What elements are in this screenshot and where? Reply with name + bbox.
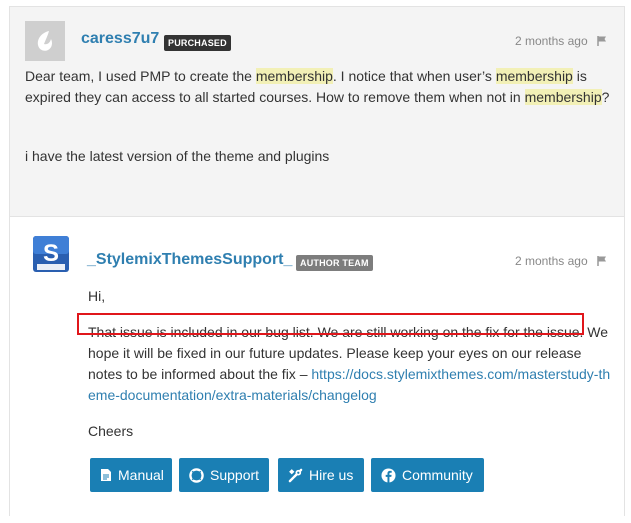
user-avatar[interactable] — [25, 21, 65, 61]
hire-us-button[interactable]: Hire us — [278, 458, 364, 492]
support-button-label: Support — [210, 467, 260, 483]
manual-button[interactable]: Manual — [90, 458, 172, 492]
flag-icon[interactable] — [596, 255, 608, 267]
question-text-1: Dear team, I used PMP to create the — [25, 68, 256, 84]
question-comment: caress7u7 PURCHASED 2 months ago Dear te… — [10, 7, 624, 217]
hire-us-button-label: Hire us — [309, 467, 354, 483]
annotation-highlight-box — [77, 313, 584, 335]
manual-button-label: Manual — [118, 467, 164, 483]
facebook-icon — [381, 467, 396, 483]
comment-thread: caress7u7 PURCHASED 2 months ago Dear te… — [9, 6, 625, 516]
purchased-badge: PURCHASED — [164, 35, 231, 51]
svg-text:S: S — [43, 240, 59, 267]
answer-timestamp: 2 months ago — [515, 254, 608, 268]
envato-leaf-icon — [25, 21, 65, 61]
lifebuoy-icon — [189, 467, 204, 483]
answer-greeting: Hi, — [88, 288, 106, 304]
tools-icon — [288, 468, 303, 482]
answer-time-text: 2 months ago — [514, 254, 588, 268]
document-icon — [101, 469, 111, 481]
flag-icon[interactable] — [596, 35, 608, 47]
question-body: Dear team, I used PMP to create the memb… — [25, 66, 615, 108]
search-highlight: membership — [524, 89, 602, 105]
question-text-2: . I notice that when user’s — [332, 68, 496, 84]
search-highlight: membership — [255, 68, 333, 84]
author-avatar[interactable]: S — [31, 234, 71, 274]
question-text-4: ? — [601, 89, 610, 105]
support-button[interactable]: Support — [179, 458, 269, 492]
answer-signoff: Cheers — [88, 423, 134, 439]
question-time-text: 2 months ago — [514, 34, 588, 48]
search-highlight: membership — [495, 68, 573, 84]
author-username[interactable]: _StylemixThemesSupport_ — [87, 251, 292, 269]
community-button-label: Community — [402, 467, 473, 483]
author-team-badge: AUTHOR TEAM — [296, 255, 373, 271]
question-username[interactable]: caress7u7 — [81, 30, 159, 48]
question-paragraph-2: i have the latest version of the theme a… — [25, 148, 330, 164]
stylemix-logo-icon: S — [33, 236, 69, 272]
community-button[interactable]: Community — [371, 458, 484, 492]
answer-comment: S _StylemixThemesSupport_ AUTHOR TEAM 2 … — [10, 217, 624, 516]
question-timestamp: 2 months ago — [515, 34, 608, 48]
